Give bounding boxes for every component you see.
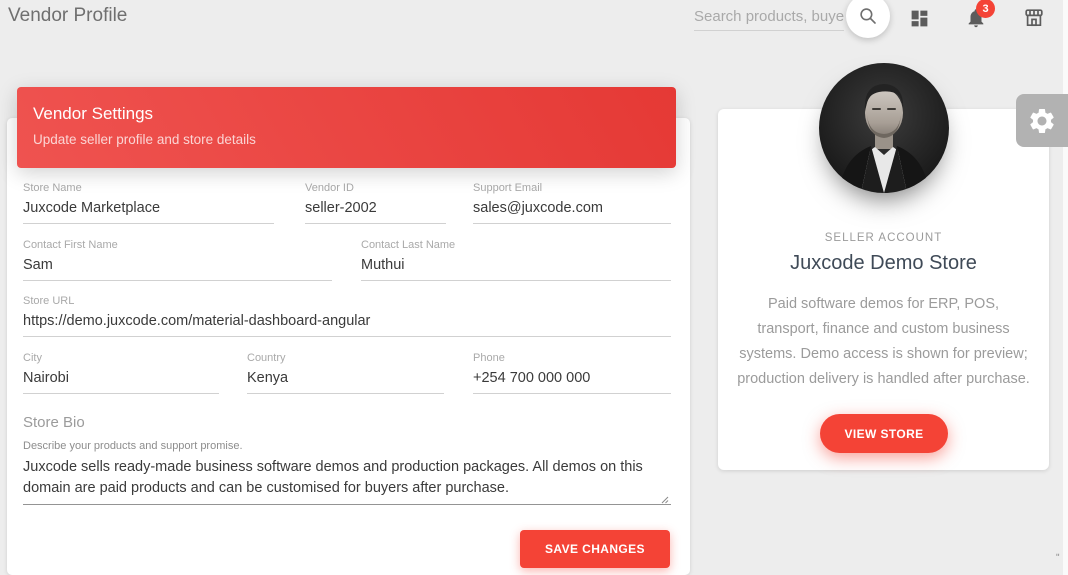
notifications-button[interactable]: 3: [963, 5, 989, 31]
support-email-input[interactable]: [473, 199, 671, 224]
vendor-id-input[interactable]: [305, 199, 446, 224]
gear-icon: [1027, 106, 1057, 136]
storefront-icon: [1022, 6, 1046, 30]
phone-input[interactable]: [473, 369, 671, 394]
contact-first-name-label: Contact First Name: [23, 239, 332, 251]
dashboard-nav-button[interactable]: [906, 5, 932, 31]
vendor-settings-title: Vendor Settings: [33, 104, 660, 124]
store-url-label: Store URL: [23, 295, 671, 307]
avatar-photo: [819, 63, 949, 193]
settings-panel-button[interactable]: [1016, 94, 1068, 147]
seller-account-eyebrow: SELLER ACCOUNT: [718, 232, 1049, 244]
page-title: Vendor Profile: [8, 5, 127, 27]
view-store-button[interactable]: VIEW STORE: [820, 414, 948, 453]
store-name-field: Store Name: [23, 182, 274, 224]
store-bio-textarea[interactable]: Juxcode sells ready-made business softwa…: [23, 457, 671, 505]
textarea-resize-handle[interactable]: [659, 491, 669, 501]
contact-first-name-input[interactable]: [23, 256, 332, 281]
vendor-settings-header: Vendor Settings Update seller profile an…: [17, 87, 676, 168]
seller-description: Paid software demos for ERP, POS, transp…: [736, 292, 1031, 392]
support-email-field: Support Email: [473, 182, 671, 224]
search-input[interactable]: [694, 3, 844, 31]
country-input[interactable]: [247, 369, 444, 394]
city-input[interactable]: [23, 369, 219, 394]
city-label: City: [23, 352, 219, 364]
avatar[interactable]: [819, 63, 949, 193]
phone-field: Phone: [473, 352, 671, 394]
seller-store-name: Juxcode Demo Store: [718, 252, 1049, 275]
vendor-id-label: Vendor ID: [305, 182, 446, 194]
save-changes-button[interactable]: SAVE CHANGES: [520, 530, 670, 568]
store-bio-title: Store Bio: [23, 414, 85, 431]
country-field: Country: [247, 352, 444, 394]
shop-nav-button[interactable]: [1021, 5, 1047, 31]
store-bio-hint: Describe your products and support promi…: [23, 440, 243, 452]
search-icon: [858, 6, 878, 26]
support-email-label: Support Email: [473, 182, 671, 194]
contact-last-name-label: Contact Last Name: [361, 239, 671, 251]
country-label: Country: [247, 352, 444, 364]
notification-badge: 3: [976, 0, 995, 18]
phone-label: Phone: [473, 352, 671, 364]
store-name-label: Store Name: [23, 182, 274, 194]
city-field: City: [23, 352, 219, 394]
scrollbar[interactable]: [1063, 0, 1068, 575]
contact-last-name-input[interactable]: [361, 256, 671, 281]
dashboard-grid-icon: [909, 8, 930, 29]
vendor-settings-subtitle: Update seller profile and store details: [33, 132, 660, 147]
vendor-id-field: Vendor ID: [305, 182, 446, 224]
vendor-settings-card: Store Name Vendor ID Support Email Conta…: [7, 118, 690, 575]
search-button[interactable]: [846, 0, 890, 38]
store-url-field: Store URL: [23, 295, 671, 337]
contact-last-name-field: Contact Last Name: [361, 239, 671, 281]
page-corner-artifact: ʺ: [1056, 553, 1060, 564]
store-name-input[interactable]: [23, 199, 274, 224]
contact-first-name-field: Contact First Name: [23, 239, 332, 281]
store-url-input[interactable]: [23, 312, 671, 337]
